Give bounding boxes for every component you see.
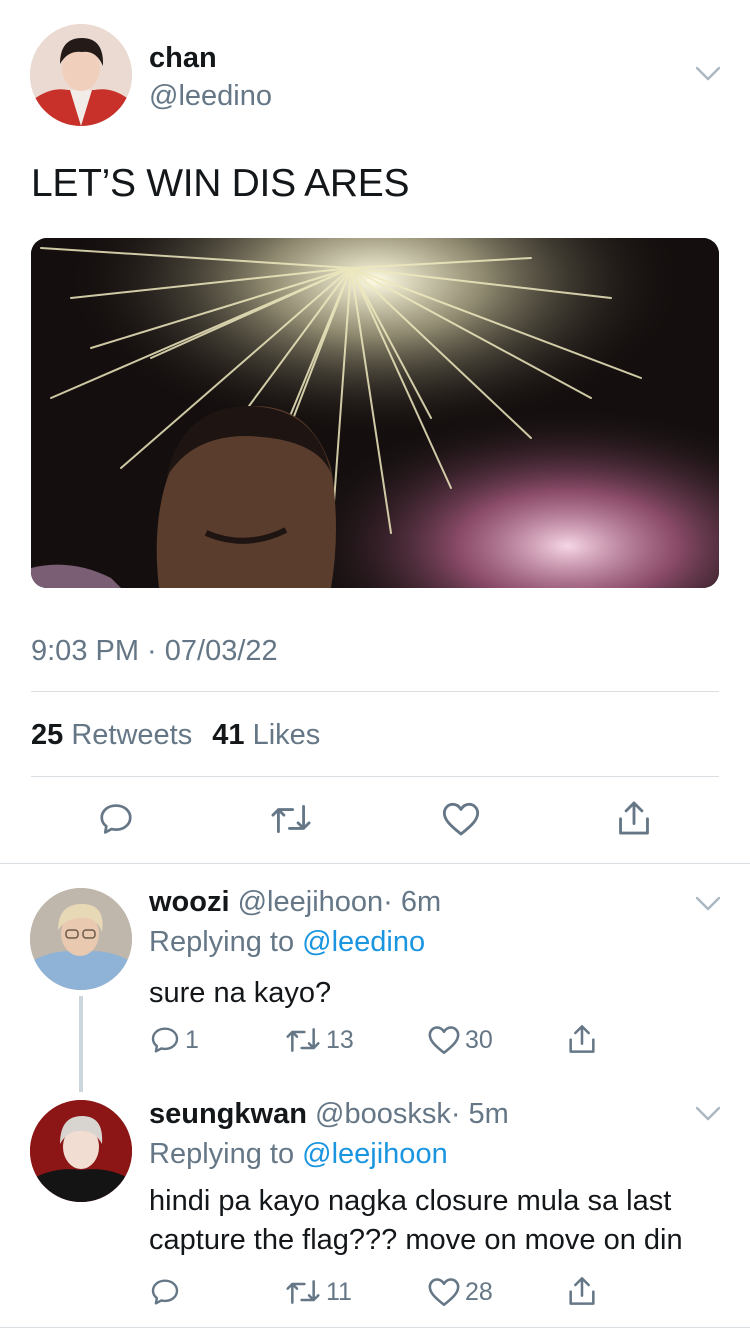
reply-time: · 6m: [383, 886, 442, 918]
replying-to: Replying to @leejihoon: [149, 1138, 448, 1171]
retweets-label[interactable]: Retweets: [71, 719, 192, 751]
reply-author-handle[interactable]: @boosksk: [315, 1098, 451, 1130]
tweet-timestamp: 9:03 PM · 07/03/22: [31, 635, 278, 667]
like-count: 28: [465, 1277, 493, 1306]
divider: [0, 1327, 750, 1328]
share-icon: [569, 1025, 595, 1053]
reply-icon: [151, 1279, 179, 1305]
heart-icon: [428, 1026, 460, 1055]
tweet-text: LET’S WIN DIS ARES: [31, 162, 410, 205]
reply-time: · 5m: [450, 1098, 509, 1130]
replying-to: Replying to @leedino: [149, 926, 425, 959]
heart-icon: [428, 1278, 460, 1307]
avatar[interactable]: [30, 888, 132, 990]
replying-mention[interactable]: @leedino: [302, 926, 425, 958]
replying-label: Replying to: [149, 1138, 295, 1170]
like-button[interactable]: [441, 800, 481, 838]
reply-author-name[interactable]: seungkwan: [149, 1098, 307, 1130]
engagement-stats: 25 Retweets 41 Likes: [31, 719, 320, 752]
divider: [31, 776, 719, 777]
divider: [0, 863, 750, 864]
like-count: 30: [465, 1025, 493, 1054]
reply-icon: [100, 804, 132, 834]
reply-header: woozi @leejihoon· 6m: [149, 886, 441, 919]
reply-button[interactable]: [149, 1276, 185, 1308]
likes-label[interactable]: Likes: [253, 719, 321, 751]
likes-count[interactable]: 41: [212, 719, 244, 751]
retweet-icon: [286, 1028, 320, 1052]
reply-count: 1: [185, 1025, 199, 1054]
thread-line: [79, 996, 83, 1092]
tweet-photo[interactable]: [31, 238, 719, 588]
avatar[interactable]: [30, 24, 132, 126]
reply-header: seungkwan @boosksk· 5m: [149, 1098, 509, 1131]
reply-button[interactable]: 1: [149, 1024, 199, 1056]
avatar[interactable]: [30, 1100, 132, 1202]
chevron-down-icon[interactable]: [695, 1106, 721, 1122]
author-handle[interactable]: @leedino: [149, 80, 272, 113]
chevron-down-icon[interactable]: [695, 896, 721, 912]
author-name[interactable]: chan: [149, 42, 217, 75]
retweet-count: 13: [326, 1025, 354, 1054]
reply-text: sure na kayo?: [149, 977, 332, 1009]
reply-button[interactable]: [97, 800, 135, 838]
share-button[interactable]: [566, 1022, 598, 1056]
retweet-icon: [286, 1280, 320, 1304]
main-tweet: chan @leedino LET’S WIN DIS ARES 9:03 PM…: [0, 0, 750, 864]
retweet-button[interactable]: 11: [284, 1276, 352, 1308]
reply-icon: [151, 1027, 179, 1053]
retweet-button[interactable]: [269, 800, 313, 838]
heart-icon: [442, 802, 480, 836]
share-icon: [619, 801, 649, 835]
replying-mention[interactable]: @leejihoon: [302, 1138, 448, 1170]
share-button[interactable]: [566, 1274, 598, 1308]
retweet-button[interactable]: 13: [284, 1024, 354, 1056]
retweets-count[interactable]: 25: [31, 719, 63, 751]
share-icon: [569, 1277, 595, 1305]
like-button[interactable]: 28: [427, 1276, 493, 1308]
retweet-count: 11: [326, 1277, 352, 1306]
like-button[interactable]: 30: [427, 1024, 493, 1056]
reply-author-handle[interactable]: @leejihoon: [238, 886, 384, 918]
replying-label: Replying to: [149, 926, 295, 958]
reply-author-name[interactable]: woozi: [149, 886, 230, 918]
retweet-icon: [271, 805, 311, 833]
reply-text: hindi pa kayo nagka closure mula sa last…: [149, 1185, 683, 1256]
divider: [31, 691, 719, 692]
share-button[interactable]: [615, 798, 653, 838]
chevron-down-icon[interactable]: [695, 66, 721, 82]
